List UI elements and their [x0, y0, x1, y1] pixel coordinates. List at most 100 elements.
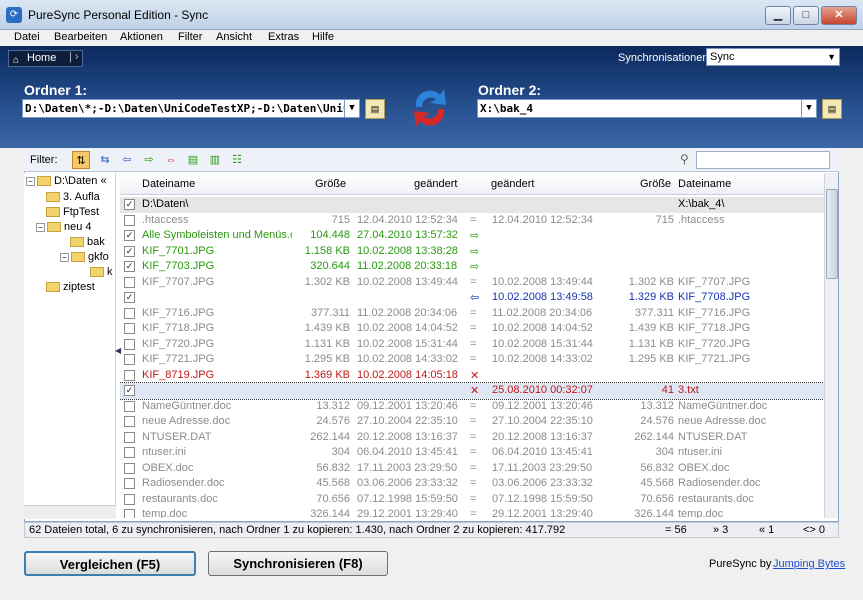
folder2-path-input[interactable]: X:\bak_4 [477, 99, 817, 118]
folder2-browse-button[interactable]: ▤ [822, 99, 842, 119]
table-row[interactable]: Radiosender.doc 45.568 03.06.2006 23:33:32… [120, 476, 824, 492]
table-row[interactable]: .htaccess 715 12.04.2010 12:52:34 = 12.04.20… [120, 213, 824, 229]
menu-bearbeiten[interactable]: Bearbeiten [54, 31, 107, 43]
close-button[interactable]: ✕ [821, 6, 857, 25]
table-row[interactable]: restaurants.doc 70.656 07.12.1998 15:59:50… [120, 492, 824, 508]
table-row[interactable]: ✓ Alle Symboleisten und Menüs.c 104.448 27.… [120, 228, 824, 244]
cell-changed-right: 27.10.2004 22:35:10 [492, 415, 593, 427]
folder1-browse-button[interactable]: ▤ [365, 99, 385, 119]
cell-filename-left: KIF_7721.JPG [142, 353, 215, 365]
sync-selector[interactable]: Sync ▼ [706, 48, 840, 66]
row-checkbox[interactable] [124, 276, 135, 288]
table-row[interactable]: KIF_7716.JPG 377.311 11.02.2008 20:34:06 = 1… [120, 306, 824, 322]
row-checkbox[interactable] [124, 323, 135, 334]
table-row[interactable]: OBEX.doc 56.832 17.11.2003 23:29:50 = 17.11.… [120, 461, 824, 477]
table-row[interactable]: KIF_7720.JPG 1.131 KB 10.02.2008 15:31:44 =… [120, 337, 824, 353]
table-row[interactable]: ✓ ✕ 25.08.2010 00:32:07 41 3.txt [120, 382, 824, 400]
row-checkbox[interactable]: ✓ [124, 261, 135, 272]
row-checkbox[interactable]: ✓ [124, 199, 135, 210]
col-changed-right[interactable]: geändert [491, 178, 534, 190]
row-checkbox[interactable] [124, 214, 135, 226]
cell-changed-right: 20.12.2008 13:16:37 [492, 430, 593, 443]
menu-filter[interactable]: Filter [178, 31, 202, 43]
row-checkbox[interactable] [124, 354, 135, 365]
table-row[interactable]: temp.doc 326.144 29.12.2001 13:29:40 = 29.12… [120, 507, 824, 518]
row-checkbox[interactable] [124, 400, 135, 412]
tree-node-root[interactable]: − D:\Daten « [26, 175, 107, 187]
folder2-dropdown[interactable]: ▼ [801, 99, 817, 118]
tree-node[interactable]: ziptest [46, 281, 95, 293]
table-row[interactable]: KIF_7721.JPG 1.295 KB 10.02.2008 14:33:02 =… [120, 352, 824, 368]
maximize-button[interactable]: □ [793, 6, 819, 25]
tree-horizontal-scrollbar[interactable] [24, 505, 116, 519]
filter-conflict-icon[interactable]: ⇔ [162, 151, 180, 169]
table-row[interactable]: ✓ KIF_7703.JPG 320.644 11.02.2008 20:33:18 ⇨ [120, 259, 824, 275]
menu-aktionen[interactable]: Aktionen [120, 31, 163, 43]
row-checkbox[interactable] [124, 462, 135, 474]
compare-button[interactable]: Vergleichen (F5) [24, 551, 196, 576]
col-filename-left[interactable]: Dateiname [142, 178, 195, 190]
filter-only-right-icon[interactable]: ▥ [206, 151, 224, 169]
tree-node[interactable]: − neu 4 [36, 221, 92, 233]
tree-node[interactable]: FtpTest [46, 206, 99, 218]
menu-extras[interactable]: Extras [268, 31, 299, 43]
filter-right-icon[interactable]: ⇨ [140, 151, 158, 169]
synchronize-button[interactable]: Synchronisieren (F8) [208, 551, 388, 576]
menu-hilfe[interactable]: Hilfe [312, 31, 334, 43]
col-size-left[interactable]: Größe [315, 178, 346, 190]
scrollbar-thumb[interactable] [826, 189, 838, 279]
tree-node[interactable]: bak [70, 236, 105, 248]
minimize-button[interactable]: ▁ [765, 6, 791, 25]
row-checkbox[interactable] [124, 509, 135, 518]
cell-changed-left: 29.12.2001 13:29:40 [357, 508, 458, 518]
row-checkbox[interactable]: ✓ [124, 385, 135, 396]
collapse-icon[interactable]: − [26, 176, 35, 186]
menu-datei[interactable]: Datei [14, 31, 40, 43]
table-row[interactable]: NameGüntner.doc 13.312 09.12.2001 13:20:46… [120, 399, 824, 415]
tree-node[interactable]: 3. Aufla [46, 191, 100, 203]
col-size-right[interactable]: Größe [640, 178, 671, 190]
row-checkbox[interactable]: ✓ [124, 245, 135, 257]
grid-vertical-scrollbar[interactable] [824, 173, 838, 518]
col-changed-left[interactable]: geändert [414, 178, 457, 190]
table-row[interactable]: ntuser.ini 304 06.04.2010 13:45:41 = 06.04.2… [120, 445, 824, 461]
row-checkbox[interactable] [124, 369, 135, 381]
collapse-icon[interactable]: − [36, 222, 45, 232]
row-checkbox[interactable]: ✓ [124, 230, 135, 241]
row-checkbox[interactable] [124, 416, 135, 427]
folder1-path-input[interactable]: D:\Daten\*;-D:\Daten\UniCodeTestXP;-D:\D… [22, 99, 360, 118]
cell-size-right: 13.312 [640, 399, 674, 412]
filter-left-icon[interactable]: ⇦ [118, 151, 136, 169]
row-checkbox[interactable] [124, 338, 135, 350]
filter-equal-icon[interactable]: ☷ [228, 151, 246, 169]
col-filename-right[interactable]: Dateiname [678, 178, 731, 190]
cell-filename-left: temp.doc [142, 508, 188, 518]
table-row[interactable]: neue Adresse.doc 24.576 27.10.2004 22:35:1… [120, 414, 824, 430]
table-row[interactable]: ✓ D:\Daten\ X:\bak_4\ [120, 197, 824, 213]
filter-changed-icon[interactable]: ⇆ [96, 151, 114, 169]
menu-ansicht[interactable]: Ansicht [216, 31, 252, 43]
row-checkbox[interactable] [124, 493, 135, 505]
table-row[interactable]: ✓ ⇦ 10.02.2008 13:49:58 1.329 KB KIF_7708.JP… [120, 290, 824, 306]
folder1-dropdown[interactable]: ▼ [344, 99, 360, 118]
tree-node[interactable]: − gkfo [60, 251, 109, 263]
tree-node[interactable]: k [90, 266, 113, 278]
search-input[interactable] [696, 151, 830, 169]
table-row[interactable]: ✓ KIF_7701.JPG 1.158 KB 10.02.2008 13:38:28… [120, 244, 824, 260]
filter-all-icon[interactable]: ⇅ [72, 151, 90, 169]
table-row[interactable]: KIF_8719.JPG 1.369 KB 10.02.2008 14:05:18 ✕ [120, 368, 824, 384]
table-row[interactable]: KIF_7718.JPG 1.439 KB 10.02.2008 14:04:52 =… [120, 321, 824, 337]
collapse-icon[interactable]: − [60, 252, 69, 262]
row-checkbox[interactable] [124, 447, 135, 458]
row-checkbox[interactable] [124, 478, 135, 489]
brand-link[interactable]: Jumping Bytes [773, 558, 845, 570]
table-row[interactable]: KIF_7707.JPG 1.302 KB 10.02.2008 13:49:44 =… [120, 275, 824, 291]
folder1-path: D:\Daten\*;-D:\Daten\UniCodeTestXP;-D:\D… [25, 102, 360, 115]
row-checkbox[interactable]: ✓ [124, 292, 135, 303]
home-tab[interactable]: ⌂ Home | › [8, 50, 83, 67]
row-checkbox[interactable] [124, 431, 135, 443]
filter-only-left-icon[interactable]: ▤ [184, 151, 202, 169]
table-row[interactable]: NTUSER.DAT 262.144 20.12.2008 13:16:37 = 20.… [120, 430, 824, 446]
row-checkbox[interactable] [124, 307, 135, 319]
folder1-label: Ordner 1: [24, 82, 88, 98]
